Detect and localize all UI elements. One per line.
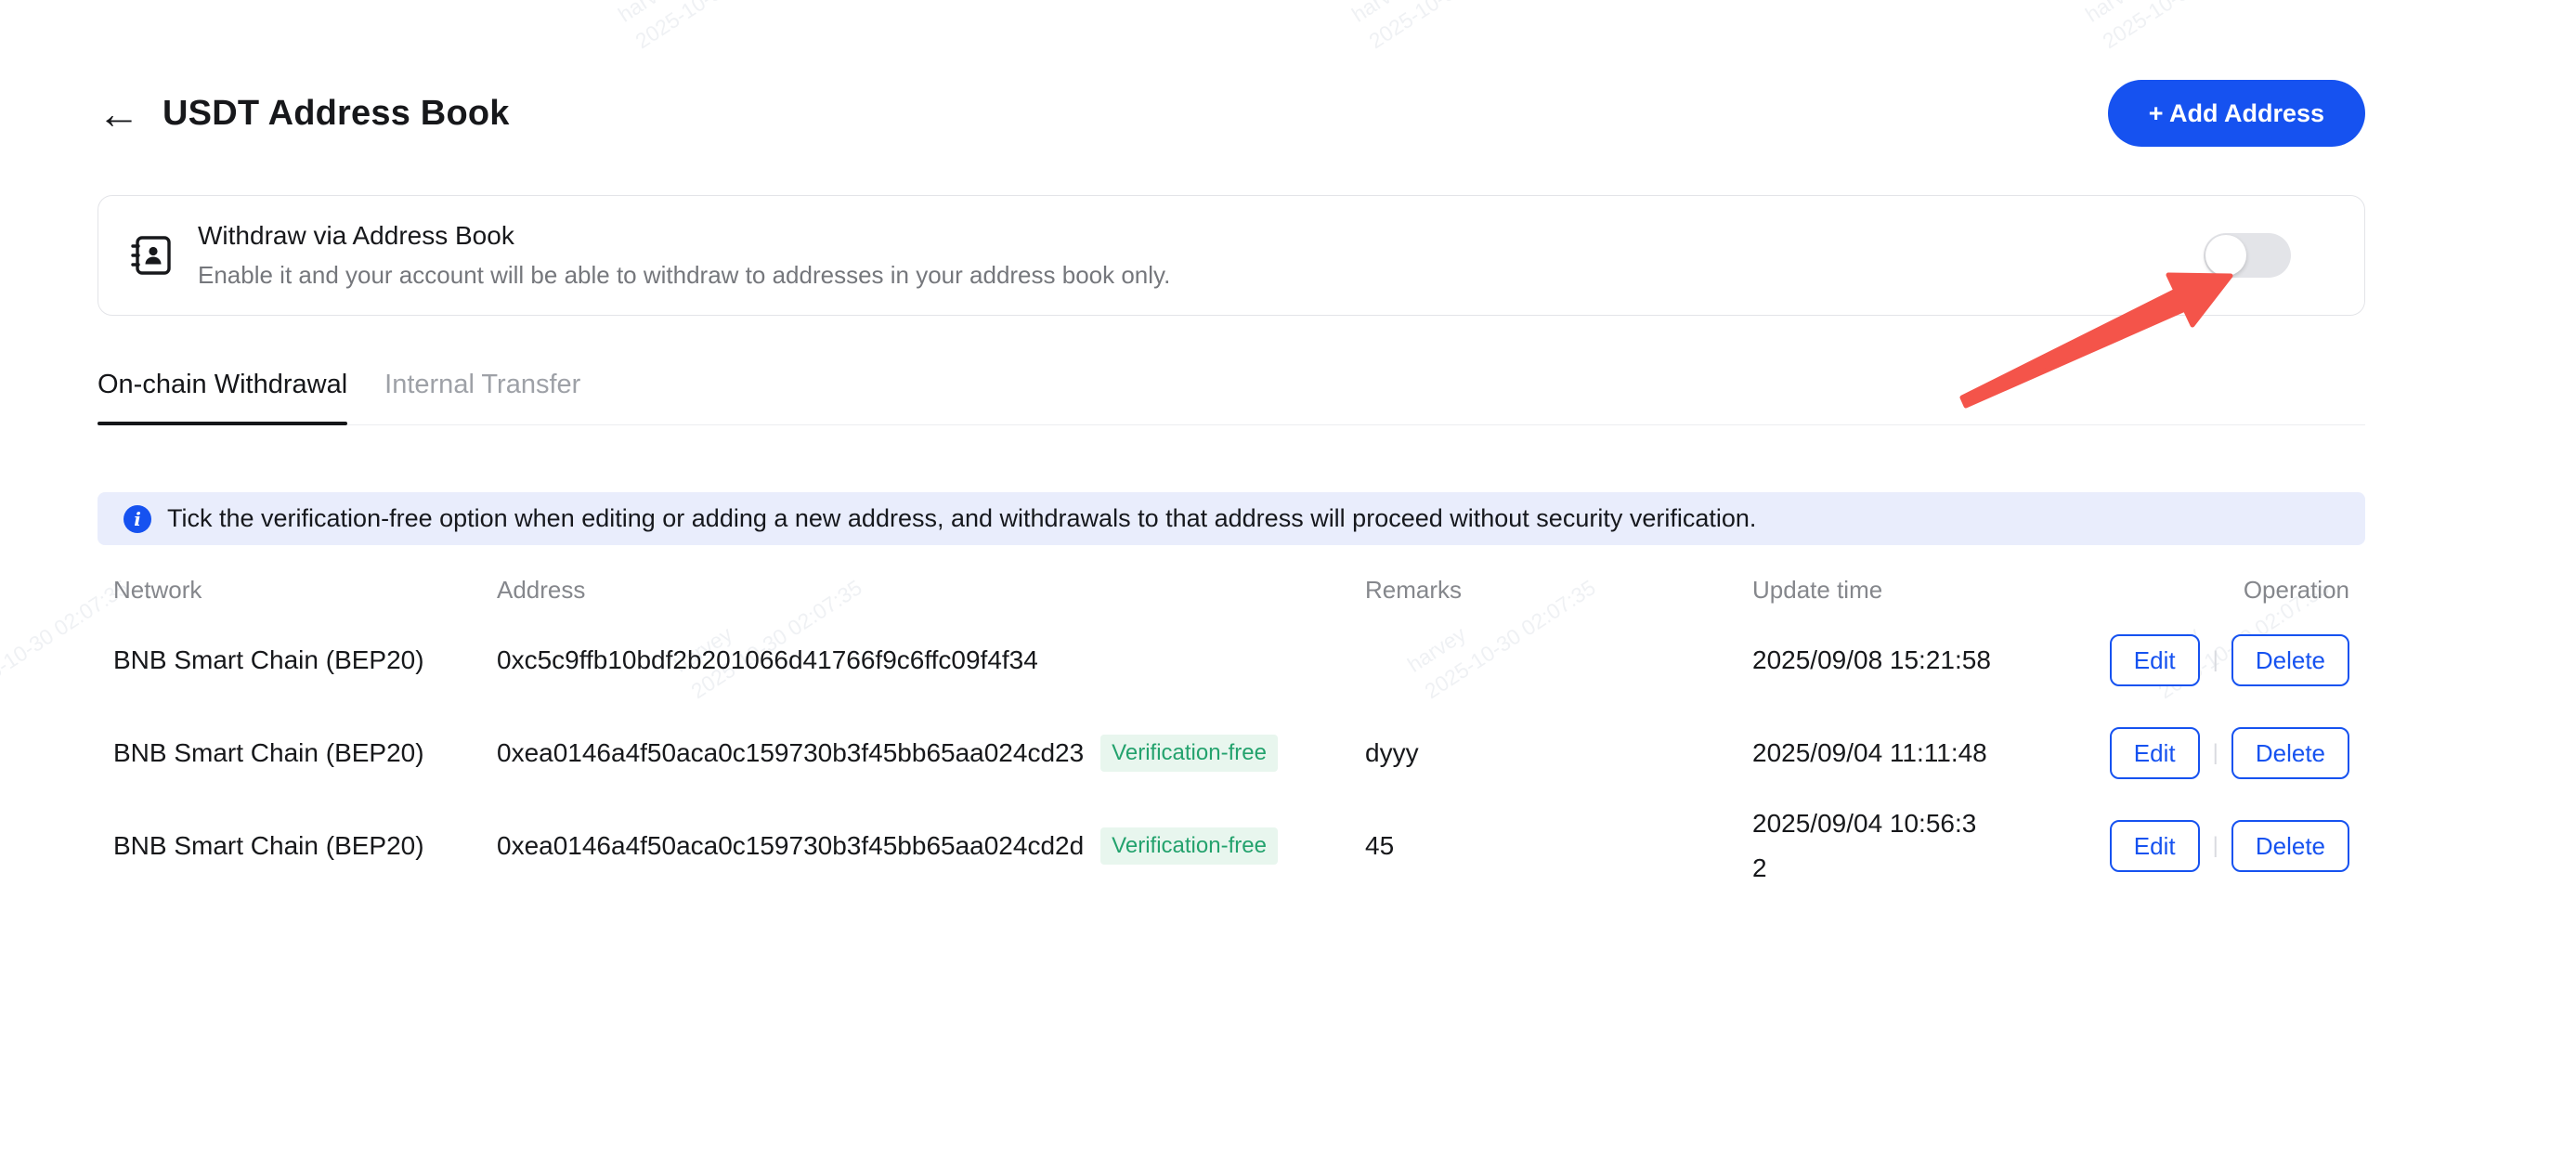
info-icon: i — [124, 505, 151, 533]
cell-operation: Edit | Delete — [2034, 634, 2365, 686]
cell-network: BNB Smart Chain (BEP20) — [98, 645, 497, 675]
page-header: ← USDT Address Book + Add Address — [98, 80, 2365, 147]
action-divider: | — [2213, 647, 2218, 673]
verification-free-badge: Verification-free — [1100, 735, 1278, 772]
notice-banner: i Tick the verification-free option when… — [98, 492, 2365, 545]
address-text: 0xea0146a4f50aca0c159730b3f45bb65aa024cd… — [497, 831, 1084, 861]
cell-update-time: 2025/09/04 11:11:48 — [1752, 731, 2034, 775]
cell-update-time: 2025/09/04 10:56:32 — [1752, 801, 2034, 891]
notice-text: Tick the verification-free option when e… — [167, 504, 1756, 533]
edit-button[interactable]: Edit — [2110, 634, 2200, 686]
page-root: { "page": { "title": "USDT Address Book"… — [0, 0, 2576, 1172]
cell-operation: Edit | Delete — [2034, 727, 2365, 779]
verification-free-badge: Verification-free — [1100, 827, 1278, 865]
cell-network: BNB Smart Chain (BEP20) — [98, 831, 497, 861]
withdraw-card: Withdraw via Address Book Enable it and … — [98, 195, 2365, 316]
cell-remarks: dyyy — [1365, 738, 1752, 768]
cell-address: 0xea0146a4f50aca0c159730b3f45bb65aa024cd… — [497, 827, 1365, 865]
page-title: USDT Address Book — [163, 94, 510, 134]
column-header-remarks: Remarks — [1365, 576, 1752, 605]
tabs-bar: On-chain Withdrawal Internal Transfer — [98, 370, 2365, 425]
address-book-icon — [131, 233, 174, 278]
column-header-operation: Operation — [2034, 576, 2365, 605]
edit-button[interactable]: Edit — [2110, 727, 2200, 779]
cell-update-time: 2025/09/08 15:21:58 — [1752, 638, 2034, 683]
tab-internal-transfer[interactable]: Internal Transfer — [384, 370, 580, 424]
toggle-knob — [2205, 235, 2246, 276]
cell-address: 0xc5c9ffb10bdf2b201066d41766f9c6ffc09f4f… — [497, 645, 1365, 675]
table-row: BNB Smart Chain (BEP20) 0xea0146a4f50aca… — [98, 707, 2365, 800]
column-header-update-time: Update time — [1752, 576, 2034, 605]
cell-network: BNB Smart Chain (BEP20) — [98, 738, 497, 768]
delete-button[interactable]: Delete — [2231, 634, 2349, 686]
edit-button[interactable]: Edit — [2110, 820, 2200, 872]
address-text: 0xea0146a4f50aca0c159730b3f45bb65aa024cd… — [497, 738, 1084, 768]
table-row: BNB Smart Chain (BEP20) 0xea0146a4f50aca… — [98, 800, 2365, 892]
cell-operation: Edit | Delete — [2034, 820, 2365, 872]
withdraw-via-address-book-toggle[interactable] — [2204, 233, 2291, 278]
title-wrap: ← USDT Address Book — [98, 92, 510, 135]
back-arrow-icon[interactable]: ← — [98, 92, 140, 135]
withdraw-card-title: Withdraw via Address Book — [198, 221, 2204, 251]
table-row: BNB Smart Chain (BEP20) 0xc5c9ffb10bdf2b… — [98, 614, 2365, 707]
delete-button[interactable]: Delete — [2231, 820, 2349, 872]
address-book-page: ← USDT Address Book + Add Address Withdr… — [98, 0, 2365, 892]
tab-onchain-withdrawal[interactable]: On-chain Withdrawal — [98, 370, 347, 424]
action-divider: | — [2213, 833, 2218, 859]
watermark-tile: harvey2025-10-30 02:07:35 — [0, 0, 79, 57]
table-header: Network Address Remarks Update time Oper… — [98, 566, 2365, 614]
withdraw-card-text: Withdraw via Address Book Enable it and … — [198, 221, 2204, 290]
address-table: Network Address Remarks Update time Oper… — [98, 566, 2365, 892]
column-header-network: Network — [98, 576, 497, 605]
column-header-address: Address — [497, 576, 1365, 605]
delete-button[interactable]: Delete — [2231, 727, 2349, 779]
action-divider: | — [2213, 740, 2218, 766]
cell-remarks: 45 — [1365, 831, 1752, 861]
table-body: BNB Smart Chain (BEP20) 0xc5c9ffb10bdf2b… — [98, 614, 2365, 892]
add-address-button[interactable]: + Add Address — [2108, 80, 2365, 147]
withdraw-card-description: Enable it and your account will be able … — [198, 261, 2204, 290]
address-text: 0xc5c9ffb10bdf2b201066d41766f9c6ffc09f4f… — [497, 645, 1038, 675]
cell-address: 0xea0146a4f50aca0c159730b3f45bb65aa024cd… — [497, 735, 1365, 772]
